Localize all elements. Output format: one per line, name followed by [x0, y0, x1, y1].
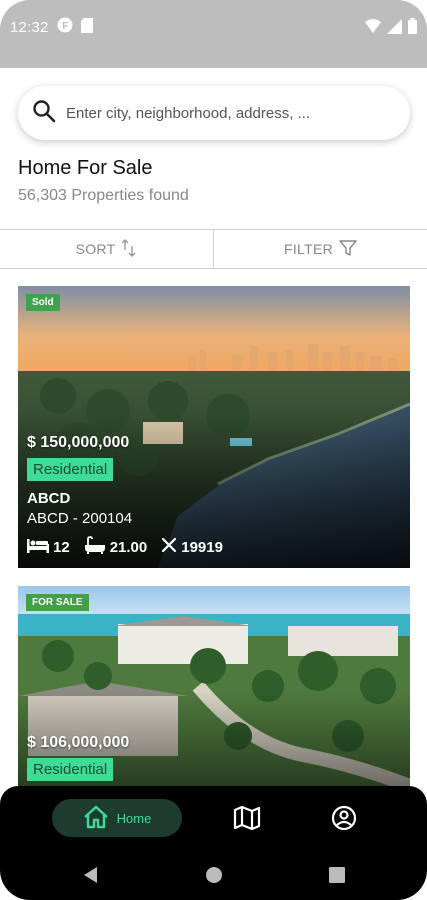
status-left: 12:32 F	[10, 17, 93, 37]
home-icon	[83, 805, 109, 832]
nav-home-button[interactable]: Home	[52, 799, 182, 837]
listing-price: $ 106,000,000	[27, 734, 130, 751]
listing-card[interactable]: FOR SALE $ 106,000,000 Residential	[18, 586, 410, 796]
listing-price: $ 150,000,000	[27, 434, 130, 451]
system-navigation-bar	[0, 850, 427, 900]
filter-button[interactable]: FILTER	[213, 230, 427, 268]
map-icon	[233, 805, 261, 835]
sort-filter-bar: SORT FILTER	[0, 229, 427, 269]
status-right	[365, 18, 417, 39]
profile-icon	[331, 805, 357, 835]
area-value: 19919	[181, 538, 223, 556]
status-tag: FOR SALE	[26, 594, 89, 611]
nav-home-label: Home	[116, 810, 152, 826]
home-circle-icon[interactable]	[206, 867, 222, 888]
nav-profile-button[interactable]	[331, 805, 357, 836]
recents-icon[interactable]	[329, 867, 345, 888]
baths-count: 21.00	[109, 538, 148, 556]
back-icon[interactable]	[82, 866, 98, 889]
listing-name: ABCD	[27, 490, 71, 507]
sort-label: SORT	[75, 241, 116, 257]
nav-map-button[interactable]	[233, 805, 261, 836]
wifi-icon	[365, 19, 381, 38]
notification-f-icon: F	[57, 17, 73, 37]
filter-label: FILTER	[284, 241, 333, 257]
listing-code: ABCD - 200104	[27, 510, 133, 527]
bath-icon	[84, 536, 106, 558]
status-tag: Sold	[26, 294, 60, 311]
beds-count: 12	[53, 538, 70, 556]
properties-count: 56,303 Properties found	[18, 187, 189, 204]
search-icon[interactable]	[32, 99, 56, 128]
battery-icon	[408, 18, 417, 39]
status-bar: 12:32 F	[0, 0, 427, 68]
listing-card[interactable]: Sold $ 150,000,000 Residential ABCD ABCD…	[18, 286, 410, 568]
property-type-badge: Residential	[27, 458, 114, 481]
sd-card-icon	[80, 17, 93, 37]
search-input[interactable]	[66, 104, 366, 122]
svg-text:F: F	[62, 21, 68, 32]
signal-icon	[387, 18, 402, 39]
area-icon	[161, 537, 177, 557]
property-type-badge: Residential	[27, 758, 114, 781]
sort-icon	[121, 238, 137, 261]
bed-icon	[27, 537, 49, 557]
sort-button[interactable]: SORT	[0, 230, 213, 268]
filter-icon	[339, 239, 357, 260]
status-time: 12:32	[10, 18, 49, 36]
listing-stats: 12 21.00 19919	[27, 536, 223, 558]
bottom-navigation: Home	[0, 786, 427, 850]
search-bar[interactable]	[18, 86, 410, 140]
page-title: Home For Sale	[18, 157, 153, 179]
